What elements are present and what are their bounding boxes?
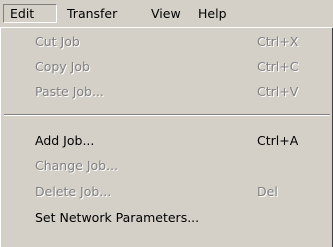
- menu-item-paste-job[interactable]: Paste Job... Ctrl+V: [1, 80, 331, 104]
- menu-item-label: Copy Job: [35, 59, 90, 74]
- edit-dropdown-menu: Cut Job Ctrl+X Copy Job Ctrl+C Paste Job…: [0, 27, 333, 247]
- menu-item-label: Change Job...: [35, 158, 119, 173]
- menu-item-cut-job[interactable]: Cut Job Ctrl+X: [1, 30, 331, 54]
- menu-item-set-network-parameters[interactable]: Set Network Parameters...: [1, 206, 331, 230]
- menu-edit[interactable]: Edit: [3, 4, 57, 23]
- menu-item-label: Add Job...: [35, 133, 95, 148]
- menu-view[interactable]: View: [151, 4, 181, 23]
- menu-item-shortcut: Ctrl+V: [257, 84, 299, 99]
- menu-item-add-job[interactable]: Add Job... Ctrl+A: [1, 129, 331, 153]
- menu-item-change-job[interactable]: Change Job...: [1, 154, 331, 178]
- menu-item-label: Delete Job...: [35, 184, 112, 199]
- menu-item-shortcut: Ctrl+X: [257, 34, 299, 49]
- menu-item-shortcut: Ctrl+A: [257, 133, 299, 148]
- menu-item-label: Set Network Parameters...: [35, 210, 200, 225]
- menu-help[interactable]: Help: [198, 4, 227, 23]
- menu-item-shortcut: Del: [257, 184, 278, 199]
- menu-item-label: Paste Job...: [35, 84, 104, 99]
- menu-bar: Edit Transfer View Help: [0, 0, 333, 27]
- menu-item-shortcut: Ctrl+C: [257, 59, 299, 74]
- menu-item-delete-job[interactable]: Delete Job... Del: [1, 180, 331, 204]
- menu-separator: [4, 114, 330, 116]
- menu-item-label: Cut Job: [35, 34, 80, 49]
- menu-item-copy-job[interactable]: Copy Job Ctrl+C: [1, 55, 331, 79]
- menu-transfer[interactable]: Transfer: [67, 4, 117, 23]
